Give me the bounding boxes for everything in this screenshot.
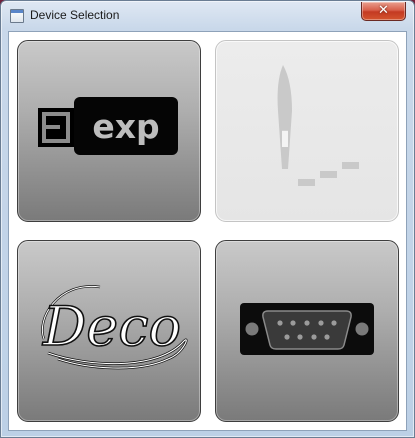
close-button[interactable]: ✕ bbox=[361, 2, 406, 21]
deco-device-button[interactable]: Deco bbox=[17, 240, 201, 422]
exp-logo-text: exp bbox=[92, 107, 159, 146]
serial-port-icon bbox=[240, 303, 374, 355]
title-bar[interactable]: Device Selection ✕ bbox=[1, 1, 414, 31]
needle-device-button bbox=[215, 40, 399, 222]
device-grid: exp Deco bbox=[8, 31, 407, 431]
window-title: Device Selection bbox=[30, 8, 120, 22]
deco-logo-text: Deco bbox=[42, 295, 181, 358]
device-selection-window: Device Selection ✕ exp Deco bbox=[0, 0, 415, 438]
serial-port-device-button[interactable] bbox=[215, 240, 399, 422]
window-app-icon bbox=[10, 9, 24, 23]
deco-logo-icon: Deco bbox=[41, 285, 188, 370]
needle-icon bbox=[277, 65, 359, 186]
exp-device-button[interactable]: exp bbox=[17, 40, 201, 222]
exp-logo-icon: exp bbox=[38, 97, 178, 155]
